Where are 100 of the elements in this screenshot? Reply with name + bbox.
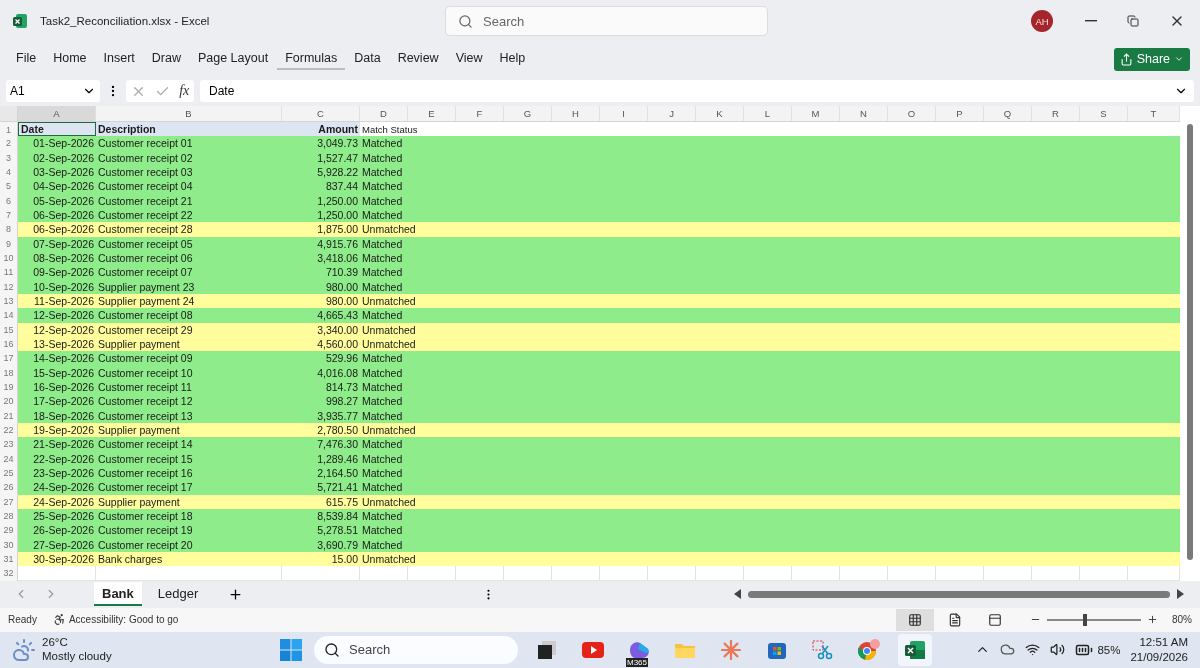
user-avatar[interactable]: AH — [1031, 10, 1053, 32]
column-header[interactable]: C — [282, 106, 360, 121]
view-button[interactable] — [896, 608, 934, 631]
column-header[interactable]: R — [1032, 106, 1080, 121]
temperature: 26°C — [42, 635, 69, 650]
sheet-tab[interactable]: Ledger — [149, 582, 207, 606]
share-button[interactable]: Share — [1113, 47, 1190, 71]
table-cell-text: 11-Sep-2026 — [33, 294, 95, 309]
column-header[interactable]: G — [504, 106, 552, 121]
sheet-tab[interactable]: Bank — [94, 582, 142, 606]
table-cell-text: Unmatched — [361, 322, 417, 337]
table-cell-text: 529.96 — [324, 351, 359, 366]
table-cell-text: Matched — [361, 394, 404, 409]
row-number[interactable]: 17 — [0, 351, 18, 366]
cloudy-weather-icon[interactable] — [12, 637, 36, 662]
start-icon[interactable] — [280, 638, 302, 661]
table-cell-text: 01-Sep-2026 — [32, 136, 95, 151]
zoom-in-icon[interactable] — [1147, 614, 1158, 625]
table-cell-text: Unmatched — [361, 552, 417, 567]
speaker-icon[interactable] — [1050, 642, 1066, 657]
column-header[interactable]: F — [456, 106, 504, 121]
ribbon-tab[interactable]: Page Layout — [189, 48, 277, 70]
column-header[interactable]: S — [1080, 106, 1128, 121]
cloud-icon[interactable] — [1000, 642, 1016, 657]
row-number[interactable]: 5 — [0, 179, 18, 194]
slider-thumb[interactable] — [1082, 613, 1087, 626]
column-header[interactable]: K — [696, 106, 744, 121]
wifi-icon[interactable] — [1025, 642, 1041, 657]
column-header[interactable]: A — [18, 106, 96, 121]
grid-icon — [908, 612, 922, 627]
ribbon-tab[interactable]: Home — [45, 48, 95, 70]
column-header[interactable]: M — [792, 106, 840, 121]
column-header[interactable]: B — [96, 106, 282, 121]
column-header[interactable]: I — [600, 106, 648, 121]
empty-cell — [888, 566, 936, 581]
row-number[interactable]: 14 — [0, 308, 18, 323]
table-cell-text: 06-Sep-2026 — [32, 208, 95, 223]
ribbon-tab[interactable]: Data — [346, 48, 389, 70]
search-icon — [458, 13, 473, 29]
table-cell-text: 02-Sep-2026 — [32, 150, 95, 165]
table-cell-text: Matched — [361, 509, 404, 524]
row-number[interactable]: 20 — [0, 394, 18, 409]
table-cell-text: Supplier payment — [97, 494, 181, 509]
search-field[interactable]: Search — [445, 6, 768, 36]
taskbar-app-button[interactable]: M365 — [622, 633, 656, 666]
ribbon-tab[interactable]: View — [447, 48, 491, 70]
column-header[interactable]: H — [552, 106, 600, 121]
row-number[interactable]: 11 — [0, 265, 18, 280]
clock[interactable]: 12:51 AM 21/09/2026 — [1130, 635, 1188, 664]
column-header[interactable]: L — [744, 106, 792, 121]
column-header[interactable]: E — [408, 106, 456, 121]
column-header[interactable]: P — [936, 106, 984, 121]
table-cell-text: Customer receipt 08 — [97, 308, 194, 323]
row-number[interactable]: 8 — [0, 222, 18, 237]
horizontal-scrollbar[interactable] — [734, 587, 1184, 601]
table-cell-text: 814.73 — [324, 380, 359, 395]
ribbon-tab[interactable]: Draw — [143, 48, 189, 70]
taskbar-search-field[interactable]: Search — [314, 635, 518, 664]
scroll-right-icon[interactable] — [1176, 589, 1184, 599]
ribbon-tab[interactable]: Formulas — [277, 48, 346, 70]
row-number[interactable]: 29 — [0, 523, 18, 538]
table-cell-text: Matched — [361, 150, 404, 165]
row-number[interactable]: 2 — [0, 136, 18, 151]
search-icon — [324, 641, 340, 658]
share-icon — [1119, 52, 1133, 66]
empty-cell — [840, 566, 888, 581]
scroll-left-icon[interactable] — [734, 589, 742, 599]
ribbon-tab[interactable]: Help — [491, 48, 534, 70]
table-cell-text: Matched — [361, 165, 404, 180]
empty-cell — [600, 566, 648, 581]
empty-cell — [1080, 566, 1128, 581]
table-cell-text: 4,665.43 — [316, 308, 359, 323]
status-text: Ready — [8, 614, 37, 625]
ribbon-tab[interactable]: Review — [389, 48, 447, 70]
column-header[interactable]: Q — [984, 106, 1032, 121]
ribbon-tab[interactable]: Insert — [95, 48, 143, 70]
name-box[interactable]: A1 — [6, 80, 100, 102]
add-sheet-icon[interactable] — [228, 586, 244, 602]
accessibility-status[interactable]: Accessibility: Good to go — [52, 613, 179, 626]
table-cell-text: 26-Sep-2026 — [32, 523, 95, 538]
restore-icon — [1127, 15, 1139, 27]
column-header[interactable]: N — [840, 106, 888, 121]
weather-text: Mostly cloudy — [42, 649, 112, 664]
insert-function-button[interactable]: fx — [179, 83, 190, 99]
zoom-level[interactable]: 80% — [1172, 614, 1192, 625]
row-number[interactable]: 23 — [0, 437, 18, 452]
ribbon-tab[interactable]: File — [8, 48, 45, 70]
table-cell-text: 980.00 — [324, 279, 359, 294]
table-cell-text: 16-Sep-2026 — [32, 380, 95, 395]
column-header[interactable]: J — [648, 106, 696, 121]
spreadsheet-icon — [904, 638, 926, 661]
taskbar-app-button[interactable] — [898, 633, 932, 666]
table-cell-text: 5,928.22 — [316, 165, 359, 180]
formula-field[interactable]: Date — [200, 80, 1194, 102]
column-header[interactable]: O — [888, 106, 936, 121]
table-cell-text: Customer receipt 20 — [97, 537, 194, 552]
window-title: Task2_Reconciliation.xlsx - Excel — [40, 15, 210, 27]
column-header[interactable]: D — [360, 106, 408, 121]
row-number[interactable]: 26 — [0, 480, 18, 495]
row-number[interactable]: 32 — [0, 566, 18, 581]
